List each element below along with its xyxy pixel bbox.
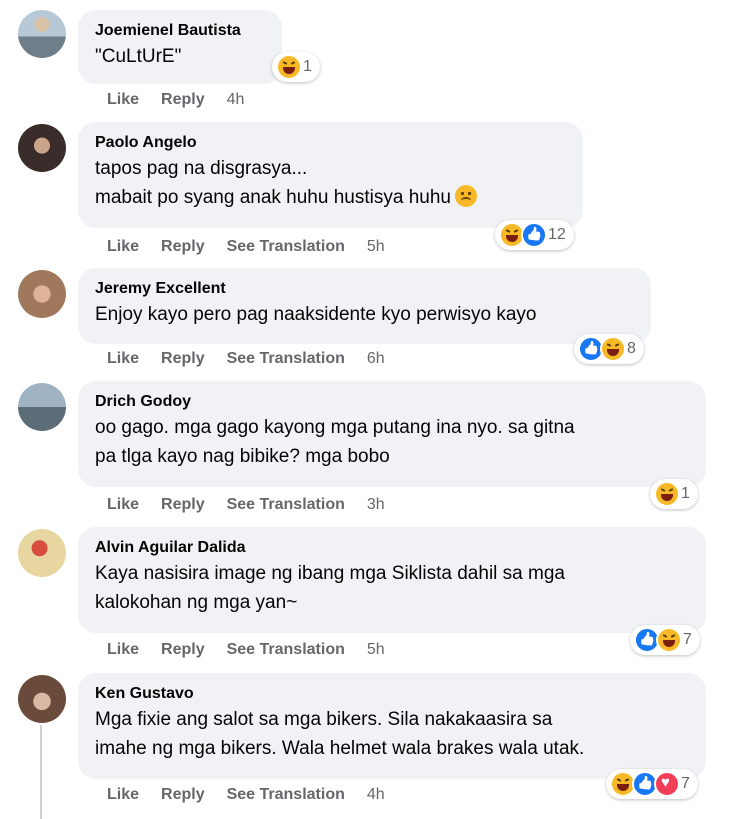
avatar[interactable] [18, 124, 66, 172]
see-translation-link[interactable]: See Translation [227, 238, 345, 256]
love-icon [654, 771, 680, 797]
timestamp[interactable]: 3h [367, 496, 385, 514]
reaction-count: 1 [303, 58, 312, 75]
comment-author[interactable]: Alvin Aguilar Dalida [95, 537, 688, 559]
see-translation-link[interactable]: See Translation [227, 641, 345, 659]
comment-actions: Like Reply See Translation 3h [107, 496, 385, 514]
reaction-summary[interactable]: 12 [495, 220, 574, 250]
comment-text: Mga fixie ang salot sa mga bikers. Sila … [95, 709, 585, 759]
comment-text-content: tapos pag na disgrasya... mabait po syan… [95, 158, 451, 208]
comment-bubble: Drich Godoy oo gago. mga gago kayong mga… [78, 381, 706, 487]
see-translation-link[interactable]: See Translation [227, 786, 345, 804]
comment-author[interactable]: Jeremy Excellent [95, 278, 633, 300]
comment-actions: Like Reply See Translation 5h [107, 641, 385, 659]
reply-button[interactable]: Reply [161, 641, 205, 659]
comment-bubble: Alvin Aguilar Dalida Kaya nasisira image… [78, 527, 706, 633]
reaction-summary[interactable]: 7 [606, 769, 698, 799]
reply-button[interactable]: Reply [161, 786, 205, 804]
reply-button[interactable]: Reply [161, 496, 205, 514]
comment-bubble: Ken Gustavo Mga fixie ang salot sa mga b… [78, 673, 706, 779]
like-button[interactable]: Like [107, 496, 139, 514]
comment-actions: Like Reply 4h [107, 91, 244, 109]
comment-author[interactable]: Paolo Angelo [95, 132, 565, 154]
reaction-count: 1 [681, 485, 690, 502]
comment-author[interactable]: Joemienel Bautista [95, 20, 264, 42]
avatar[interactable] [18, 529, 66, 577]
like-button[interactable]: Like [107, 641, 139, 659]
reply-button[interactable]: Reply [161, 238, 205, 256]
like-button[interactable]: Like [107, 350, 139, 368]
reaction-count: 12 [548, 226, 566, 243]
reaction-count: 7 [683, 631, 692, 648]
avatar[interactable] [18, 675, 66, 723]
comment-actions: Like Reply See Translation 5h [107, 238, 385, 256]
haha-icon [600, 336, 626, 362]
timestamp[interactable]: 4h [227, 91, 245, 109]
see-translation-link[interactable]: See Translation [227, 350, 345, 368]
reaction-summary[interactable]: 1 [272, 52, 320, 82]
reply-button[interactable]: Reply [161, 91, 205, 109]
timestamp[interactable]: 5h [367, 641, 385, 659]
avatar[interactable] [18, 10, 66, 58]
comment-text: "CuLtUrE" [95, 46, 182, 67]
comment-bubble: Joemienel Bautista "CuLtUrE" [78, 10, 282, 84]
sad-face-emoji [454, 185, 477, 207]
comment-actions: Like Reply See Translation 6h [107, 350, 385, 368]
haha-icon [656, 627, 682, 653]
haha-icon [276, 54, 302, 80]
reaction-count: 7 [681, 775, 690, 792]
reaction-count: 8 [627, 340, 636, 357]
thread-line [40, 725, 42, 819]
reply-button[interactable]: Reply [161, 350, 205, 368]
comment-author[interactable]: Drich Godoy [95, 391, 688, 413]
like-button[interactable]: Like [107, 786, 139, 804]
reaction-summary[interactable]: 1 [650, 479, 698, 509]
comment-author[interactable]: Ken Gustavo [95, 683, 688, 705]
comment-text: Enjoy kayo pero pag naaksidente kyo perw… [95, 304, 537, 325]
comment-text: tapos pag na disgrasya... mabait po syan… [95, 154, 565, 212]
timestamp[interactable]: 5h [367, 238, 385, 256]
like-icon [521, 222, 547, 248]
like-button[interactable]: Like [107, 91, 139, 109]
avatar[interactable] [18, 270, 66, 318]
haha-icon [654, 481, 680, 507]
like-button[interactable]: Like [107, 238, 139, 256]
reaction-summary[interactable]: 7 [630, 625, 700, 655]
timestamp[interactable]: 4h [367, 786, 385, 804]
see-translation-link[interactable]: See Translation [227, 496, 345, 514]
timestamp[interactable]: 6h [367, 350, 385, 368]
avatar[interactable] [18, 383, 66, 431]
comment-bubble: Paolo Angelo tapos pag na disgrasya... m… [78, 122, 583, 228]
comment-actions: Like Reply See Translation 4h [107, 786, 385, 804]
comment-text: oo gago. mga gago kayong mga putang ina … [95, 417, 575, 467]
reaction-summary[interactable]: 8 [574, 334, 644, 364]
comment-bubble: Jeremy Excellent Enjoy kayo pero pag naa… [78, 268, 651, 344]
comment-text: Kaya nasisira image ng ibang mga Siklist… [95, 563, 565, 613]
